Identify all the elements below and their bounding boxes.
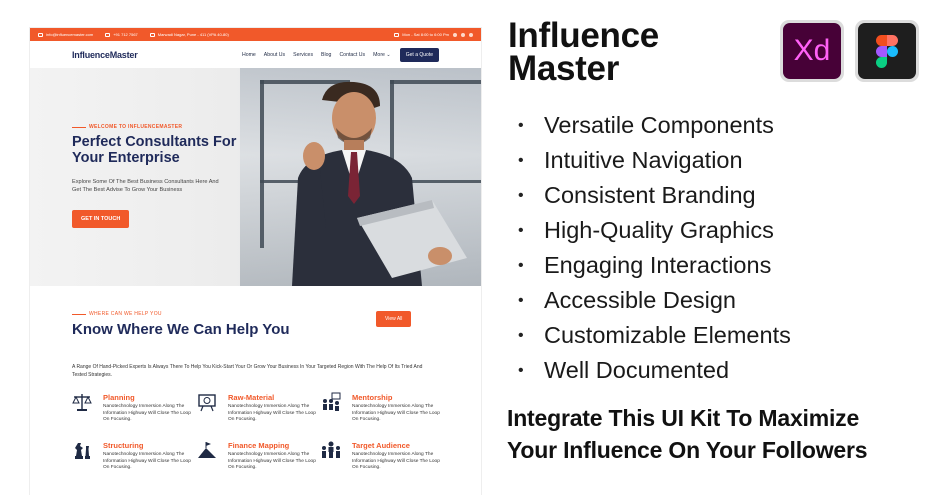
nav-contact[interactable]: Contact Us [339,52,365,58]
figma-logo-icon [876,34,898,68]
service-text: Nanotechnology Immersion Along The Infor… [228,404,316,423]
service-finance-mapping[interactable]: Finance Mapping Nanotechnology Immersion… [197,440,316,480]
presentation-icon [198,394,216,412]
service-structuring[interactable]: Structuring Nanotechnology Immersion Alo… [72,440,191,480]
service-text: Nanotechnology Immersion Along The Infor… [228,452,316,471]
hero-title: Perfect Consultants For Your Enterprise [72,134,237,166]
top-bar: info@influencemaster.com +91 712 7567 Ma… [30,28,481,41]
product-title: Influence Master [508,16,659,88]
nav-blog[interactable]: Blog [321,52,331,58]
topbar-address: Marwadi Nagar, Pune - 411 (VPA 40-80) [149,32,229,37]
chess-icon [75,443,90,459]
adobe-xd-icon: Xd [780,20,844,82]
location-icon [149,32,155,37]
hero-description: Explore Some Of The Best Business Consul… [72,179,219,193]
feature-item: • Accessible Design [518,287,737,313]
service-title: Mentorship [352,393,393,402]
feature-item: • Consistent Branding [518,182,756,208]
feature-item: • High-Quality Graphics [518,217,774,243]
service-text: Nanotechnology Immersion Along The Infor… [103,404,191,423]
instagram-icon[interactable] [461,32,465,37]
hero-tagline: WELCOME TO INFLUENCEMASTER [72,124,182,130]
service-title: Raw-Material [228,393,275,402]
audience-icon [322,441,340,458]
service-mentorship[interactable]: Mentorship Nanotechnology Immersion Alon… [321,392,440,432]
call-to-action: Integrate This UI Kit To Maximize Your I… [507,405,868,463]
nav-links: Home About Us Services Blog Contact Us M… [234,47,439,62]
service-raw-material[interactable]: Raw-Material Nanotechnology Immersion Al… [197,392,316,432]
get-quote-button[interactable]: Get a Quote [399,47,439,62]
team-icon [323,392,341,411]
service-title: Finance Mapping [228,441,290,450]
service-title: Planning [103,393,135,402]
view-all-button[interactable]: View All [376,311,412,327]
mountain-flag-icon [198,442,216,458]
feature-item: • Versatile Components [518,112,774,138]
topbar-right: Mon - Sat 8:00 to 6:00 Pm [394,32,473,37]
twitter-icon[interactable] [469,32,473,37]
phone-icon [105,32,111,37]
feature-list: • Versatile Components • Intuitive Navigat… [518,108,791,388]
feature-item: • Customizable Elements [518,322,791,348]
mail-icon [38,32,43,37]
feature-item: • Engaging Interactions [518,252,772,278]
nav-more[interactable]: More ⌄ [373,52,391,58]
consultant-photo [292,81,467,286]
nav-services[interactable]: Services [293,52,313,58]
clock-icon [394,32,400,37]
service-text: Nanotechnology Immersion Along The Infor… [352,404,440,423]
get-in-touch-button[interactable]: GET IN TOUCH [72,210,130,228]
nav-about[interactable]: About Us [264,52,285,58]
service-planning[interactable]: Planning Nanotechnology Immersion Along … [72,392,191,432]
figma-icon [855,20,919,82]
topbar-email[interactable]: info@influencemaster.com [38,32,93,37]
help-tagline: WHERE CAN WE HELP YOU [72,311,162,317]
tagline-dash [72,126,86,128]
scales-icon [72,394,92,411]
service-target-audience[interactable]: Target Audience Nanotechnology Immersion… [321,440,440,480]
nav-home[interactable]: Home [242,52,256,58]
help-section-title: Know Where We Can Help You [72,321,290,338]
service-text: Nanotechnology Immersion Along The Infor… [352,452,440,471]
hero-section: WELCOME TO INFLUENCEMASTER Perfect Consu… [30,68,481,286]
navbar: InfluenceMaster Home About Us Services B… [30,41,481,68]
service-title: Structuring [103,441,144,450]
tagline-dash [72,313,86,315]
service-text: Nanotechnology Immersion Along The Infor… [103,452,191,471]
topbar-phone[interactable]: +91 712 7567 [105,32,138,37]
service-title: Target Audience [352,441,410,450]
site-logo[interactable]: InfluenceMaster [72,50,138,60]
facebook-icon[interactable] [453,32,457,37]
feature-item: • Well Documented [518,357,730,383]
website-preview: info@influencemaster.com +91 712 7567 Ma… [30,28,481,495]
help-description: A Range Of Hand-Picked Experts Is Always… [72,364,423,378]
feature-item: • Intuitive Navigation [518,147,743,173]
chevron-down-icon: ⌄ [386,51,391,58]
